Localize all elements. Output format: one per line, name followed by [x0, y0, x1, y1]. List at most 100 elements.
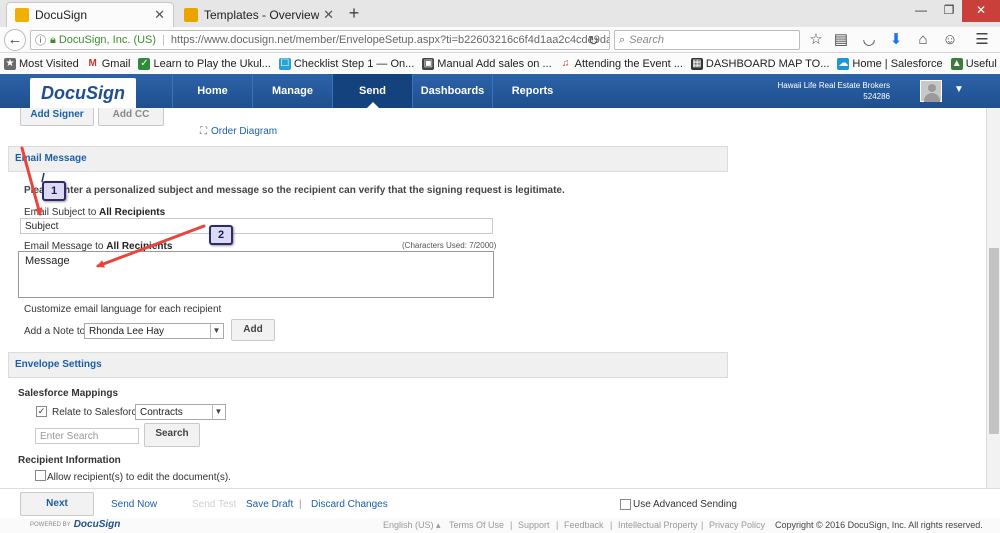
nav-manage[interactable]: Manage — [252, 74, 332, 108]
salesforce-object-select[interactable]: Contracts ▼ — [135, 404, 226, 420]
bookmark-dashboard-map[interactable]: ▦ DASHBOARD MAP TO... — [690, 57, 829, 70]
salesforce-mappings-heading: Salesforce Mappings — [18, 388, 119, 399]
discard-changes-link[interactable]: Discard Changes — [311, 499, 388, 510]
relate-salesforce-checkbox[interactable]: ✓ — [36, 406, 47, 417]
language-selector[interactable]: English (US) ▴ — [383, 520, 441, 531]
scrollbar-thumb[interactable] — [989, 248, 999, 434]
page-icon: ▲ — [950, 57, 963, 70]
avatar[interactable] — [920, 80, 942, 102]
page-scrollbar[interactable] — [986, 108, 1000, 488]
lock-icon: 🔒︎ — [50, 33, 56, 46]
emoji-icon[interactable]: ☺ — [940, 30, 960, 50]
tutorial-callout-1: 1 — [42, 181, 66, 201]
bookmark-attending-event[interactable]: ♫ Attending the Event ... — [559, 57, 683, 70]
envelope-settings-header[interactable]: Envelope Settings — [8, 352, 728, 378]
envelope-setup-content: Add Signer Add CC ⛶ Order Diagram Email … — [0, 108, 986, 488]
tab-docusign[interactable]: DocuSign ✕ — [6, 2, 174, 27]
salesforce-search-input[interactable] — [35, 428, 139, 444]
tab-title: Templates - Overview - Cl — [204, 7, 320, 22]
bookmark-most-visited[interactable]: ★ Most Visited — [4, 57, 79, 70]
relate-salesforce-label: Relate to Salesforce — [52, 407, 143, 418]
url-text: https://www.docusign.net/member/Envelope… — [170, 34, 610, 46]
footer-separator: | — [556, 520, 559, 530]
back-arrow-icon[interactable]: ← — [4, 29, 26, 51]
bookmark-ukulele[interactable]: ✓ Learn to Play the Ukul... — [138, 57, 271, 70]
save-draft-link[interactable]: Save Draft — [246, 499, 293, 510]
reload-icon[interactable]: ↻ — [588, 33, 599, 49]
page-icon: ✓ — [138, 57, 151, 70]
page-icon: ▦ — [690, 57, 703, 70]
docusign-logo[interactable]: DocuSign — [30, 78, 136, 108]
nav-home[interactable]: Home — [172, 74, 252, 108]
checkmark-icon: ✓ — [37, 406, 46, 416]
note-recipient-select[interactable]: Rhonda Lee Hay ▼ — [84, 323, 224, 339]
close-window-icon[interactable]: ✕ — [962, 0, 1000, 22]
nav-reports[interactable]: Reports — [492, 74, 572, 108]
add-note-button[interactable]: Add — [231, 319, 275, 341]
account-name: Hawaii Life Real Estate Brokers — [777, 81, 891, 90]
allow-edit-label: Allow recipient(s) to edit the document(… — [47, 472, 231, 483]
next-button[interactable]: Next — [20, 492, 94, 516]
customize-email-link[interactable]: Customize email language for each recipi… — [24, 304, 221, 315]
page-icon: ♫ — [559, 57, 572, 70]
add-signer-button[interactable]: Add Signer — [20, 108, 94, 126]
close-tab-icon[interactable]: ✕ — [323, 7, 334, 23]
nav-send[interactable]: Send — [332, 74, 412, 108]
send-now-link[interactable]: Send Now — [111, 499, 157, 510]
minimize-icon[interactable]: — — [908, 0, 934, 22]
subject-label: Email Subject to All Recipients — [24, 207, 166, 218]
character-count: (Characters Used: 7/2000) — [402, 241, 497, 250]
reading-list-icon[interactable]: ▤ — [831, 30, 851, 50]
feedback-link[interactable]: Feedback — [564, 520, 604, 530]
email-message-header[interactable]: Email Message — [8, 146, 728, 172]
hamburger-menu-icon[interactable]: ☰ — [972, 30, 992, 50]
order-diagram-link[interactable]: ⛶ Order Diagram — [200, 126, 277, 137]
gmail-icon: M — [86, 57, 99, 70]
tutorial-callout-2: 2 — [209, 225, 233, 245]
bookmark-salesforce[interactable]: ☁ Home | Salesforce — [837, 57, 943, 70]
allow-edit-checkbox[interactable] — [35, 470, 46, 481]
email-instructions: Please enter a personalized subject and … — [24, 185, 565, 196]
new-tab-icon[interactable]: + — [344, 3, 364, 24]
advanced-sending-checkbox[interactable] — [620, 499, 631, 510]
privacy-link[interactable]: Privacy Policy — [709, 520, 765, 530]
intellectual-property-link[interactable]: Intellectual Property — [618, 520, 698, 530]
email-subject-input[interactable] — [20, 218, 493, 234]
docusign-header: DocuSign Home Manage Send Dashboards Rep… — [0, 74, 1000, 108]
tab-templates[interactable]: Templates - Overview - Cl ✕ — [176, 2, 342, 27]
account-info: Hawaii Life Real Estate Brokers 524286 — [778, 80, 891, 102]
restore-icon[interactable]: ❐ — [936, 0, 962, 22]
cloud-icon: ☁ — [837, 57, 850, 70]
add-cc-button[interactable]: Add CC — [98, 108, 164, 126]
account-number: 524286 — [863, 92, 890, 101]
address-bar[interactable]: ⓘ 🔒︎ DocuSign, Inc. (US) | https://www.d… — [30, 30, 610, 50]
account-menu-caret-icon[interactable]: ▼ — [954, 84, 964, 95]
nav-dashboards[interactable]: Dashboards — [412, 74, 492, 108]
site-identity: DocuSign, Inc. (US) — [58, 34, 157, 46]
chevron-down-icon: ▼ — [210, 324, 222, 338]
bookmark-manual-add[interactable]: ▣ Manual Add sales on ... — [422, 57, 552, 70]
bookmark-checklist[interactable]: ☐ Checklist Step 1 — On... — [278, 57, 414, 70]
page-icon: ▣ — [422, 57, 435, 70]
footer-separator: | — [510, 520, 513, 530]
browser-search-input[interactable]: ⌕ Search — [614, 30, 800, 50]
pocket-icon[interactable]: ◡ — [859, 30, 879, 50]
bookmark-star-icon[interactable]: ☆ — [806, 30, 826, 50]
downloads-icon[interactable]: ⬇ — [886, 30, 906, 50]
add-note-label: Add a Note to — [24, 326, 86, 337]
support-link[interactable]: Support — [518, 520, 550, 530]
terms-link[interactable]: Terms Of Use — [449, 520, 504, 530]
email-message-textarea[interactable]: Message — [18, 251, 494, 298]
close-tab-icon[interactable]: ✕ — [154, 7, 165, 23]
action-bar: Next Send Now Send Test Save Draft | Dis… — [0, 488, 1000, 518]
org-chart-icon: ⛶ — [200, 126, 207, 137]
chevron-down-icon: ▼ — [212, 405, 224, 419]
info-icon[interactable]: ⓘ — [35, 32, 46, 48]
bookmark-hawaiian-phrases[interactable]: ▲Useful Hawaiian phrases — [950, 57, 1000, 70]
footer-separator: | — [610, 520, 613, 530]
browser-nav-bar: ← ⓘ 🔒︎ DocuSign, Inc. (US) | https://www… — [0, 27, 1000, 53]
salesforce-search-button[interactable]: Search — [144, 423, 200, 447]
page-icon: ☐ — [278, 57, 291, 70]
bookmark-gmail[interactable]: M Gmail — [86, 57, 130, 70]
home-icon[interactable]: ⌂ — [913, 30, 933, 50]
